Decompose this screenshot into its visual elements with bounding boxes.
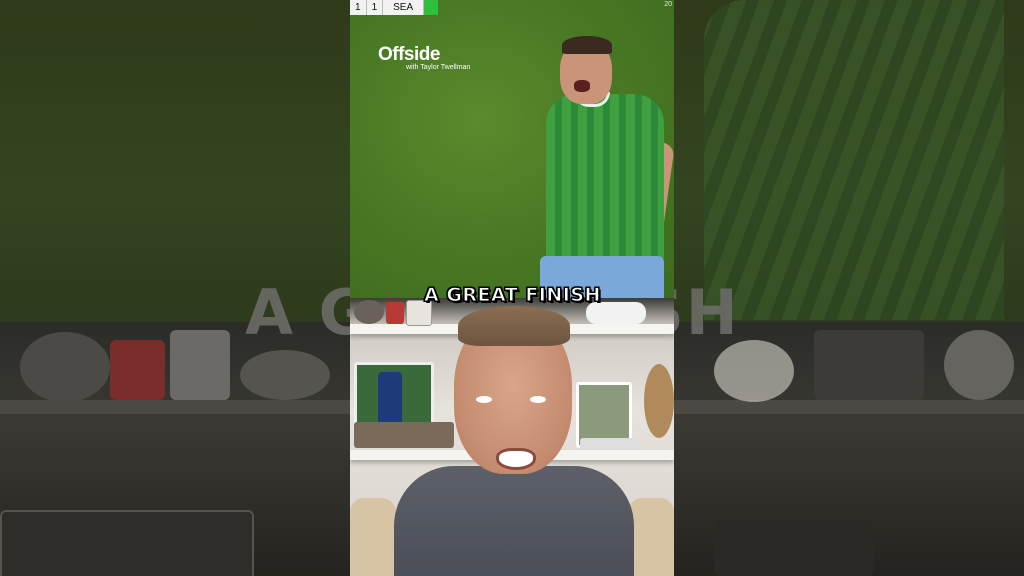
show-logo-subtitle: with Taylor Twellman xyxy=(406,64,471,71)
team-abbreviation: SEA xyxy=(383,0,425,15)
celebrating-player xyxy=(540,32,674,298)
show-logo-name: Offside xyxy=(378,44,440,65)
blurred-background-right: ISH xyxy=(674,0,1024,576)
blurred-caption-left: A G xyxy=(245,276,350,349)
presenter-camera xyxy=(350,298,674,576)
show-logo: Offside with Taylor Twellman xyxy=(378,44,470,71)
team-color-flag xyxy=(424,0,439,15)
blurred-caption-right: ISH xyxy=(674,276,740,349)
presenter-hoodie xyxy=(394,466,634,576)
match-clip: 1 1 SEA 20 Offside with Taylor Twellman xyxy=(350,0,674,298)
video-frame[interactable]: 1 1 SEA 20 Offside with Taylor Twellman xyxy=(350,0,674,576)
away-score: 1 xyxy=(367,0,384,15)
match-clock: 20 xyxy=(664,1,672,8)
blurred-background-left: A G xyxy=(0,0,350,576)
scoreboard: 1 1 SEA xyxy=(350,0,439,15)
home-score: 1 xyxy=(350,0,367,15)
subtitle-caption: A GREAT FINISH xyxy=(424,284,601,307)
